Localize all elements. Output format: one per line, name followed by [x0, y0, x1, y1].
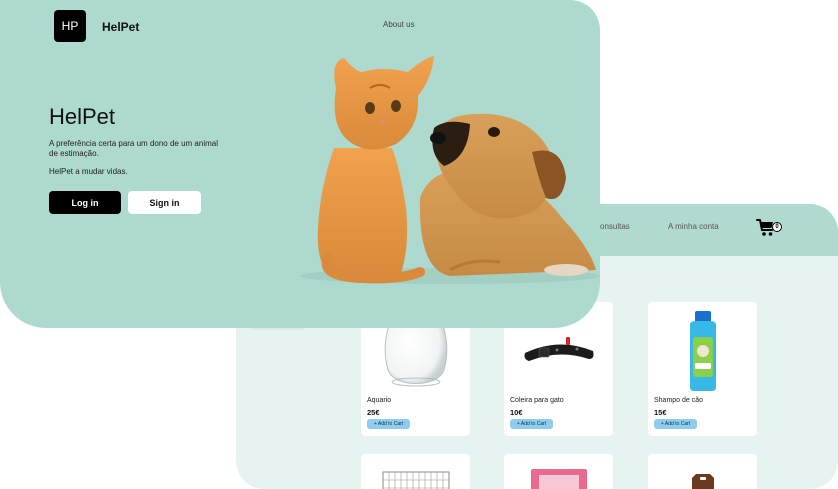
- nav-about-link[interactable]: About us: [383, 20, 415, 29]
- dog-shampoo-image: [648, 308, 757, 394]
- product-name: Aquario: [367, 397, 392, 404]
- hero-title: HelPet: [49, 104, 116, 129]
- hero-description: A preferência certa para um dono de um a…: [49, 139, 218, 158]
- add-to-cart-button[interactable]: + Add to Cart: [367, 419, 410, 429]
- cart-count-badge: 0: [772, 222, 782, 232]
- product-price: 10€: [510, 408, 523, 417]
- product-card[interactable]: Shampo de cão 15€ + Add to Cart: [648, 302, 757, 436]
- logo[interactable]: HP: [54, 10, 86, 42]
- kitten-and-puppy-image: [300, 56, 600, 284]
- product-price: 15€: [654, 408, 667, 417]
- product-name: Shampo de cão: [654, 397, 704, 404]
- pet-food-pouch-image: [648, 472, 757, 489]
- add-to-cart-button[interactable]: + Add to Cart: [510, 419, 553, 429]
- login-button[interactable]: Log in: [49, 191, 121, 214]
- product-card[interactable]: [361, 454, 470, 489]
- product-card[interactable]: [648, 454, 757, 489]
- pet-cage-image: [361, 468, 470, 489]
- signin-button[interactable]: Sign in: [128, 191, 201, 214]
- nav-account-link[interactable]: A minha conta: [668, 222, 719, 231]
- add-to-cart-button[interactable]: + Add to Cart: [654, 419, 697, 429]
- nav-consultas-link[interactable]: consultas: [596, 222, 630, 231]
- landing-window: HP HelPet About us HelPet A preferência …: [0, 0, 600, 328]
- brand-name: HelPet: [102, 20, 140, 34]
- product-card[interactable]: [504, 454, 613, 489]
- pet-food-bag-image: [504, 466, 613, 489]
- hero-slogan: HelPet a mudar vidas.: [49, 167, 128, 176]
- product-name: Coleira para gato: [510, 397, 564, 404]
- product-price: 25€: [367, 408, 380, 417]
